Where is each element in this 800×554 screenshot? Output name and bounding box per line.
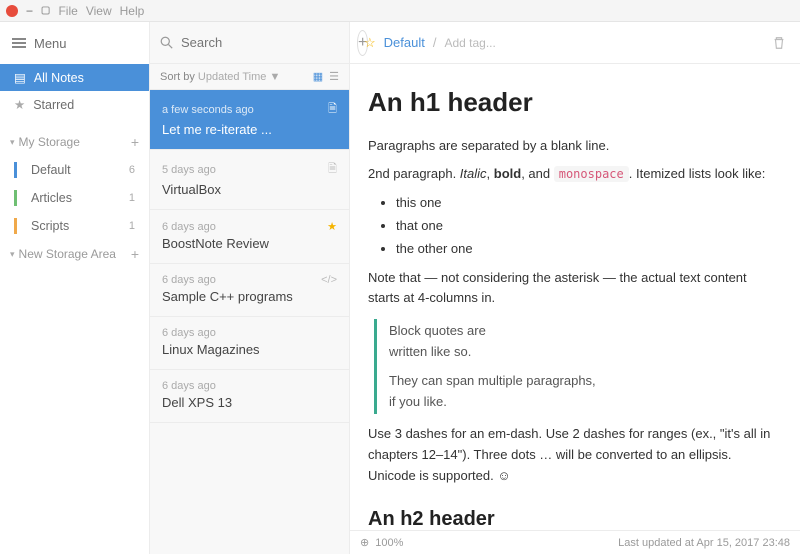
star-icon: ★ [14,97,25,112]
folder-count: 6 [129,164,135,176]
sidebar-starred[interactable]: ★ Starred [0,91,149,118]
note-list: + Sort by Updated Time ▼ ▦ ☰ a few secon… [150,22,350,554]
note-time: 6 days ago [162,274,216,286]
window-minimize-button[interactable]: − [26,4,33,18]
note-time: 6 days ago [162,221,216,233]
note-body[interactable]: An h1 header Paragraphs are separated by… [350,64,800,530]
hamburger-icon [12,38,26,48]
note-type-icon: 🗎 [328,160,337,179]
window-close-button[interactable] [6,5,18,17]
note-title: VirtualBox [162,182,337,197]
folder-default[interactable]: Default 6 [0,156,149,184]
menu-file[interactable]: File [58,4,77,18]
all-notes-label: All Notes [34,71,84,85]
note-time: 6 days ago [162,380,216,392]
status-bar: ⊕ 100% Last updated at Apr 15, 2017 23:4… [350,530,800,554]
folder-label: Articles [31,191,72,205]
sort-label: Sort by [160,71,195,83]
note-item[interactable]: 6 days ago ★ BoostNote Review [150,210,349,264]
folder-color-icon [14,190,17,206]
note-title: Dell XPS 13 [162,395,337,410]
note-item[interactable]: 5 days ago 🗎 VirtualBox [150,150,349,210]
paragraph: Paragraphs are separated by a blank line… [368,136,772,157]
chevron-down-icon: ▾ [10,249,15,260]
storage2-label: New Storage Area [19,247,116,261]
sidebar: Menu ▤ All Notes ★ Starred ▾ My Storage … [0,22,150,554]
menu-toggle[interactable]: Menu [0,22,149,64]
list-view-icon[interactable]: ☰ [329,70,339,83]
note-type-icon: 🗎 [328,100,337,119]
content-header: ☆ Default / Add tag... [350,22,800,64]
titlebar: − ▢ File View Help [0,0,800,22]
h1: An h1 header [368,82,772,124]
sidebar-all-notes[interactable]: ▤ All Notes [0,64,149,91]
note-title: Linux Magazines [162,342,337,357]
folder-count: 1 [129,192,135,204]
folder-count: 1 [129,220,135,232]
h2: An h2 header [368,503,772,530]
list-item: this one [396,193,772,214]
paragraph: Note that — not considering the asterisk… [368,268,772,310]
folder-breadcrumb[interactable]: Default [384,35,425,50]
storage-label: My Storage [19,135,80,149]
last-updated: Last updated at Apr 15, 2017 23:48 [618,537,790,549]
add-folder-button[interactable]: + [131,246,139,262]
note-title: Let me re-iterate ... [162,122,337,137]
folder-color-icon [14,218,17,234]
folder-label: Scripts [31,219,69,233]
note-type-icon: ★ [327,220,337,233]
note-time: 6 days ago [162,327,216,339]
note-item[interactable]: 6 days ago Dell XPS 13 [150,370,349,423]
menu-label: Menu [34,36,67,51]
paragraph: 2nd paragraph. Italic, bold, and monospa… [368,164,772,185]
note-time: 5 days ago [162,164,216,176]
note-time: a few seconds ago [162,104,254,116]
paragraph: Use 3 dashes for an em-dash. Use 2 dashe… [368,424,772,486]
storage2-section[interactable]: ▾ New Storage Area + [0,240,149,268]
note-item[interactable]: 6 days ago </> Sample C++ programs [150,264,349,317]
menu-help[interactable]: Help [120,4,145,18]
search-input[interactable] [181,35,357,50]
grid-view-icon[interactable]: ▦ [313,70,323,83]
list-item: the other one [396,239,772,260]
chevron-down-icon: ▾ [10,137,15,148]
blockquote: Block quotes are written like so. They c… [374,319,772,414]
unordered-list: this one that one the other one [396,193,772,259]
starred-label: Starred [33,98,74,112]
window-maximize-button[interactable]: ▢ [40,6,51,15]
folder-scripts[interactable]: Scripts 1 [0,212,149,240]
zoom-icon[interactable]: ⊕ [360,536,369,549]
list-item: that one [396,216,772,237]
zoom-value[interactable]: 100% [375,537,403,549]
content-pane: ☆ Default / Add tag... An h1 header Para… [350,22,800,554]
folder-label: Default [31,163,71,177]
notes-icon: ▤ [14,70,26,85]
add-tag-input[interactable]: Add tag... [444,36,495,50]
note-title: BoostNote Review [162,236,337,251]
add-folder-button[interactable]: + [131,134,139,150]
star-icon[interactable]: ☆ [364,35,376,51]
search-icon [160,36,173,49]
note-item[interactable]: 6 days ago Linux Magazines [150,317,349,370]
storage-section[interactable]: ▾ My Storage + [0,128,149,156]
folder-articles[interactable]: Articles 1 [0,184,149,212]
folder-color-icon [14,162,17,178]
sort-value: Updated Time ▼ [198,71,280,83]
note-type-icon: </> [321,274,337,286]
sort-bar[interactable]: Sort by Updated Time ▼ ▦ ☰ [150,64,349,90]
note-item[interactable]: a few seconds ago 🗎 Let me re-iterate ... [150,90,349,150]
menu-view[interactable]: View [86,4,112,18]
note-title: Sample C++ programs [162,289,337,304]
trash-icon[interactable] [772,36,786,50]
